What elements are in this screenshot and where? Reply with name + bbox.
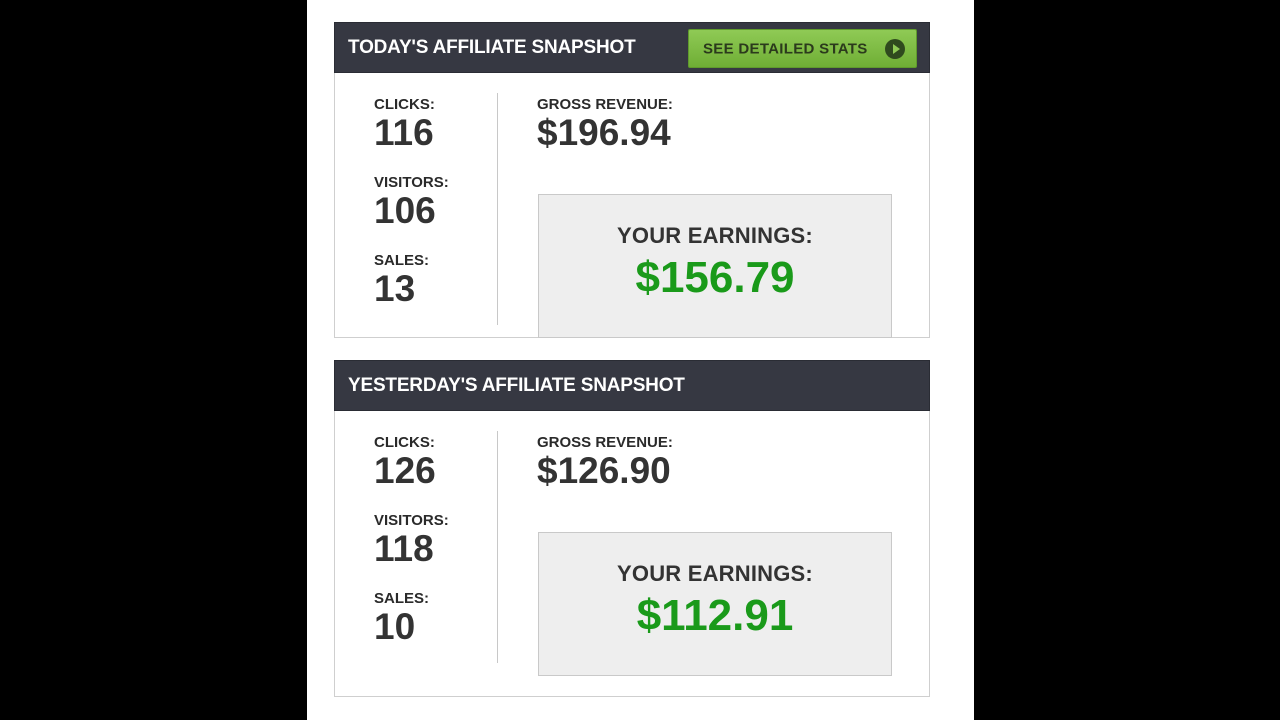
- today-clicks-metric: CLICKS: 116: [374, 96, 435, 153]
- yesterday-snapshot: YESTERDAY'S AFFILIATE SNAPSHOT CLICKS: 1…: [334, 360, 930, 697]
- page-panel: TODAY'S AFFILIATE SNAPSHOT SEE DETAILED …: [307, 0, 974, 720]
- sales-value: 10: [374, 606, 416, 647]
- today-sales-metric: SALES: 13: [374, 252, 429, 309]
- yesterday-gross-revenue: GROSS REVENUE: $126.90: [537, 434, 673, 491]
- yesterday-visitors-metric: VISITORS: 118: [374, 512, 449, 569]
- yesterday-clicks-metric: CLICKS: 126: [374, 434, 436, 491]
- visitors-value: 106: [374, 190, 436, 231]
- metrics-divider: [497, 431, 498, 663]
- visitors-label: VISITORS:: [374, 174, 449, 191]
- gross-revenue-label: GROSS REVENUE:: [537, 96, 673, 113]
- today-earnings-box: YOUR EARNINGS: $156.79: [538, 194, 892, 338]
- see-detailed-stats-button[interactable]: SEE DETAILED STATS: [688, 29, 917, 68]
- gross-revenue-value: $126.90: [537, 450, 671, 491]
- earnings-value: $112.91: [636, 591, 794, 640]
- see-detailed-stats-label: SEE DETAILED STATS: [703, 40, 868, 57]
- yesterday-snapshot-title: YESTERDAY'S AFFILIATE SNAPSHOT: [348, 374, 685, 396]
- earnings-label: YOUR EARNINGS:: [617, 561, 813, 586]
- today-visitors-metric: VISITORS: 106: [374, 174, 449, 231]
- gross-revenue-value: $196.94: [537, 112, 671, 153]
- yesterday-sales-metric: SALES: 10: [374, 590, 429, 647]
- earnings-value: $156.79: [635, 253, 795, 302]
- today-gross-revenue: GROSS REVENUE: $196.94: [537, 96, 673, 153]
- clicks-value: 116: [374, 112, 434, 153]
- clicks-label: CLICKS:: [374, 96, 435, 113]
- today-snapshot-title: TODAY'S AFFILIATE SNAPSHOT: [348, 36, 636, 58]
- yesterday-snapshot-header: YESTERDAY'S AFFILIATE SNAPSHOT: [334, 360, 930, 411]
- visitors-label: VISITORS:: [374, 512, 449, 529]
- today-snapshot-header: TODAY'S AFFILIATE SNAPSHOT SEE DETAILED …: [334, 22, 930, 73]
- today-snapshot-body: CLICKS: 116 VISITORS: 106 SALES: 13 GROS…: [334, 73, 930, 338]
- yesterday-earnings-box: YOUR EARNINGS: $112.91: [538, 532, 892, 676]
- sales-label: SALES:: [374, 590, 430, 607]
- metrics-divider: [497, 93, 498, 325]
- sales-value: 13: [374, 268, 416, 309]
- gross-revenue-label: GROSS REVENUE:: [537, 434, 673, 451]
- yesterday-snapshot-body: CLICKS: 126 VISITORS: 118 SALES: 10 GROS…: [334, 411, 930, 697]
- sales-label: SALES:: [374, 252, 430, 269]
- clicks-label: CLICKS:: [374, 434, 435, 451]
- today-snapshot: TODAY'S AFFILIATE SNAPSHOT SEE DETAILED …: [334, 22, 930, 338]
- clicks-value: 126: [374, 450, 436, 491]
- visitors-value: 118: [374, 528, 434, 569]
- play-circle-icon: [885, 38, 905, 59]
- earnings-label: YOUR EARNINGS:: [617, 223, 813, 248]
